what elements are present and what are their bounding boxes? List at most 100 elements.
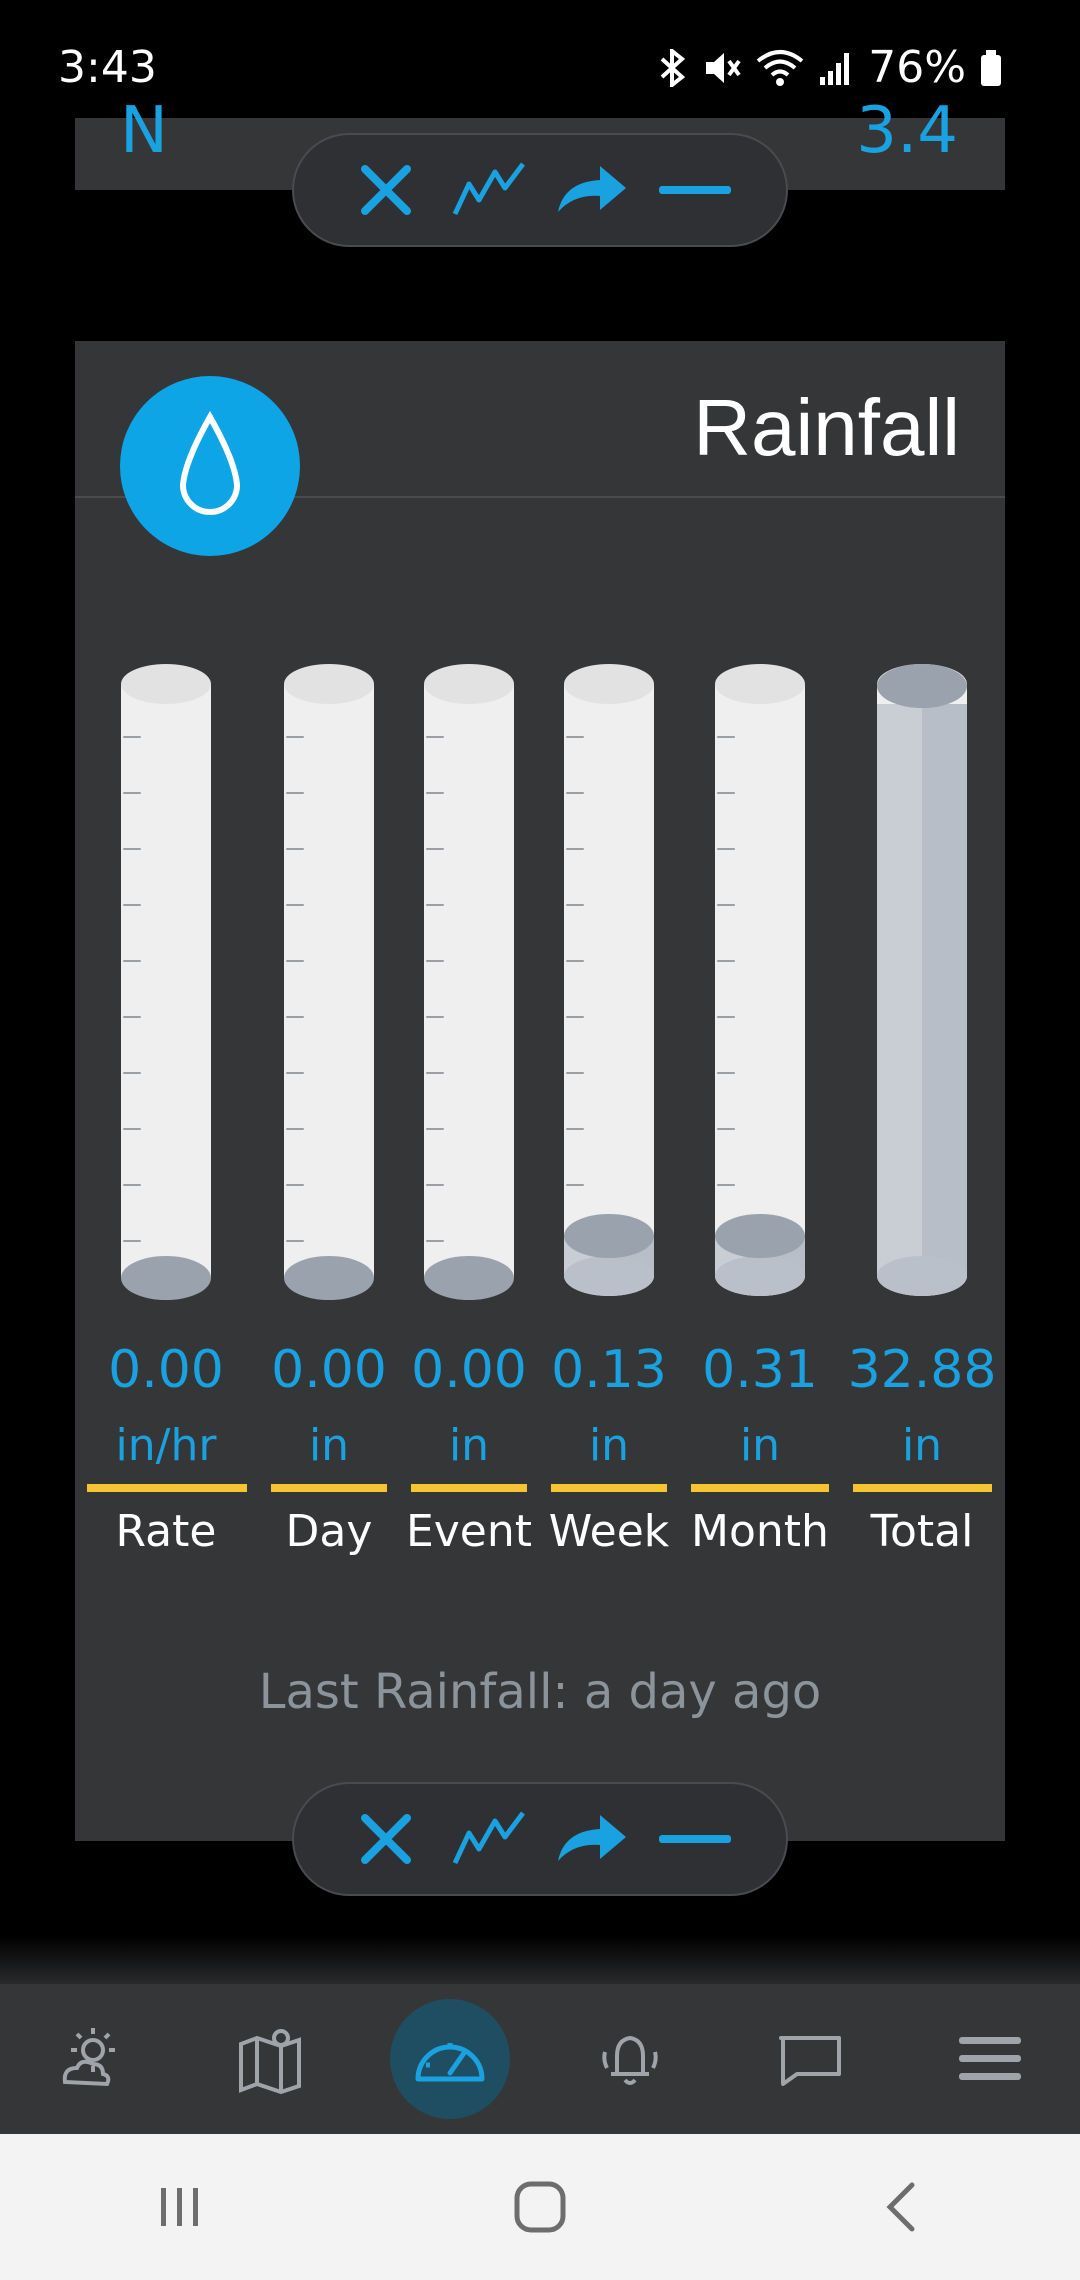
gauge-tube [564, 684, 654, 1276]
gauge-tick [566, 960, 584, 962]
gauge-tick [123, 1016, 141, 1018]
gauge-tick [717, 792, 735, 794]
gauge-water-surface [715, 1213, 805, 1258]
rain-drop-badge [120, 376, 300, 556]
gauge-cap [564, 664, 654, 704]
gauge-tick [286, 904, 304, 906]
back-button[interactable] [840, 2157, 960, 2257]
menu-icon [959, 2037, 1021, 2080]
gauge-tick [123, 792, 141, 794]
gauge-value: 32.88 [847, 1340, 997, 1400]
share-button[interactable] [549, 147, 635, 233]
card-toolbar-bottom [292, 1782, 788, 1896]
minimize-icon [658, 186, 731, 194]
gauge-water-surface [877, 664, 967, 708]
gauge-fill-base [715, 1256, 805, 1296]
share-icon [557, 1815, 626, 1861]
rain-gauge-event [424, 664, 514, 1300]
nav-menu[interactable] [930, 1999, 1050, 2119]
gauge-tick [286, 1240, 304, 1242]
back-icon [886, 2182, 915, 2232]
gauge-underline [691, 1484, 829, 1492]
previous-card-right-value: 3.4 [856, 94, 958, 168]
chart-icon [452, 162, 525, 216]
gauge-tick [123, 904, 141, 906]
nav-dashboard[interactable] [390, 1999, 510, 2119]
gauge-water-surface [424, 1256, 514, 1300]
chart-button[interactable] [446, 147, 532, 233]
gauge-tick [286, 1184, 304, 1186]
battery-percent: 76% [868, 42, 966, 93]
bell-icon [602, 2035, 658, 2085]
gauge-underline [271, 1484, 387, 1492]
gauge-tick [566, 1016, 584, 1018]
minimize-button[interactable] [652, 1796, 738, 1882]
bluetooth-icon [660, 48, 686, 87]
gauge-tick [566, 736, 584, 738]
minimize-icon [658, 1835, 731, 1843]
nav-shadow [0, 1936, 1080, 1986]
gauge-tick [717, 1072, 735, 1074]
card-title: Rainfall [693, 383, 960, 472]
close-button[interactable] [343, 1796, 429, 1882]
gauge-water-surface [284, 1256, 374, 1300]
gauge-tick [566, 1072, 584, 1074]
nav-weather[interactable] [30, 1999, 150, 2119]
gauge-unit: in [739, 1420, 781, 1471]
gauge-tick [717, 1016, 735, 1018]
nav-alerts[interactable] [570, 1999, 690, 2119]
gauge-tick [426, 960, 444, 962]
gauge-tick [123, 736, 141, 738]
gauge-value: 0.00 [108, 1340, 224, 1400]
mute-icon [706, 52, 741, 83]
minimize-button[interactable] [652, 147, 738, 233]
battery-icon [981, 49, 1001, 86]
gauge-tick [286, 1072, 304, 1074]
gauge-unit: in/hr [115, 1420, 217, 1471]
gauge-tick [286, 1128, 304, 1130]
previous-card-left-value: N [120, 94, 168, 168]
gauge-fill [877, 704, 967, 1276]
gauge-tick [426, 736, 444, 738]
signal-icon [820, 52, 850, 85]
share-icon [557, 166, 626, 212]
gauge-tick [566, 792, 584, 794]
gauge-tube [121, 684, 211, 1276]
recent-apps-button[interactable] [120, 2157, 240, 2257]
gauge-cap [424, 664, 514, 704]
close-button[interactable] [343, 147, 429, 233]
status-icons: 76% [658, 42, 1002, 93]
close-icon [360, 1814, 411, 1864]
last-rainfall-text: Last Rainfall: a day ago [258, 1664, 822, 1720]
rain-gauge-week [564, 664, 654, 1296]
gauge-tick [286, 960, 304, 962]
gauge-tick [123, 1072, 141, 1074]
gauge-tick [426, 1072, 444, 1074]
gauge-tick [426, 1184, 444, 1186]
rain-gauge-month [715, 664, 805, 1296]
nav-messages[interactable] [750, 1999, 870, 2119]
rainfall-card [75, 341, 1005, 1841]
gauge-tick [426, 904, 444, 906]
home-button[interactable] [480, 2157, 600, 2257]
recent-apps-icon [161, 2188, 198, 2226]
gauge-tick [717, 1128, 735, 1130]
gauge-tick [426, 792, 444, 794]
nav-map[interactable] [210, 1999, 330, 2119]
gauge-tick [566, 1128, 584, 1130]
gauge-tick [717, 904, 735, 906]
gauge-fill-base [564, 1256, 654, 1296]
gauge-value: 0.00 [271, 1340, 387, 1400]
gauge-label: Month [691, 1506, 829, 1557]
map-icon [239, 2029, 301, 2094]
gauge-tick [123, 1240, 141, 1242]
gauge-tick [286, 792, 304, 794]
gauge-label: Week [548, 1506, 670, 1557]
chart-icon [452, 1811, 525, 1865]
share-button[interactable] [549, 1796, 635, 1882]
chart-button[interactable] [446, 1796, 532, 1882]
gauge-tick [286, 848, 304, 850]
rain-gauge-rate [121, 664, 211, 1300]
gauge-tick [566, 904, 584, 906]
gauge-tick [286, 736, 304, 738]
